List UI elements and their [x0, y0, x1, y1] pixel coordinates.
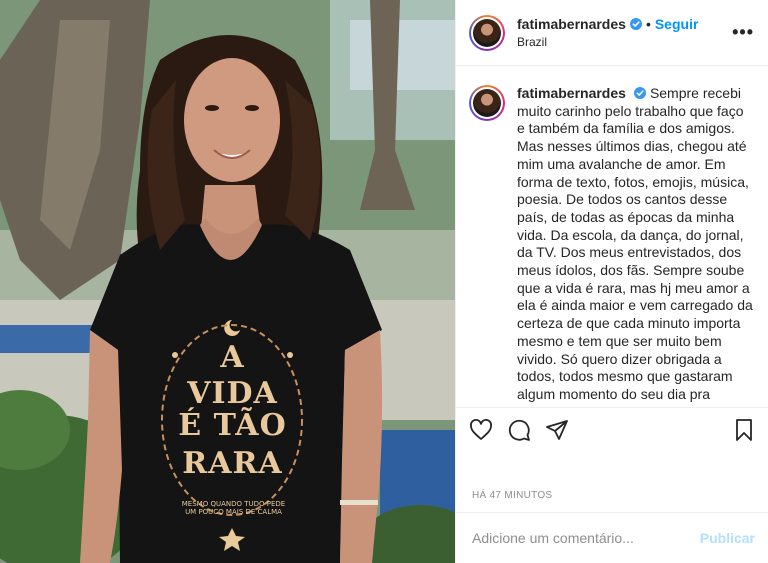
- post-timestamp[interactable]: HÁ 47 MINUTOS: [472, 490, 552, 501]
- post-side-panel: fatimabernardes • Seguir Brazil ••• fati…: [455, 0, 768, 563]
- shirt-print-line: A: [220, 340, 245, 375]
- separator-dot: •: [645, 16, 651, 32]
- caption-username-link[interactable]: fatimabernardes: [517, 85, 626, 101]
- avatar[interactable]: [469, 14, 505, 51]
- header-info: fatimabernardes • Seguir Brazil: [517, 16, 732, 49]
- username-link[interactable]: fatimabernardes: [517, 16, 626, 32]
- follow-button[interactable]: Seguir: [655, 16, 699, 32]
- shirt-print-subtext: MESMO QUANDO TUDO PEDE UM POUCO MAIS DE …: [181, 500, 286, 516]
- shirt-print-line: RARA: [182, 446, 283, 481]
- post-photo[interactable]: A VIDA É TÃO RARA MESMO QUANDO TUDO PEDE…: [0, 0, 455, 563]
- comment-icon[interactable]: [506, 417, 532, 443]
- verified-badge-icon: [629, 18, 642, 30]
- verified-badge-icon: [633, 87, 646, 99]
- caption-avatar[interactable]: [469, 85, 505, 121]
- shirt-print-line: É TÃO: [178, 408, 287, 443]
- post-caption: fatimabernardes Sempre recebi muito cari…: [517, 85, 755, 407]
- location-link[interactable]: Brazil: [517, 35, 732, 49]
- post-header: fatimabernardes • Seguir Brazil •••: [456, 0, 768, 66]
- caption-text: Sempre recebi muito carinho pelo trabalh…: [517, 85, 753, 407]
- shirt-print-line: VIDA: [187, 376, 278, 411]
- more-options-icon[interactable]: •••: [732, 22, 754, 43]
- comment-input[interactable]: [472, 530, 700, 546]
- comment-form: Publicar: [456, 512, 768, 563]
- send-icon[interactable]: [544, 417, 570, 443]
- heart-icon[interactable]: [468, 417, 494, 443]
- caption-row: fatimabernardes Sempre recebi muito cari…: [469, 85, 755, 407]
- bookmark-icon[interactable]: [731, 417, 757, 443]
- publish-button[interactable]: Publicar: [700, 530, 755, 546]
- instagram-post: A VIDA É TÃO RARA MESMO QUANDO TUDO PEDE…: [0, 0, 768, 563]
- action-bar: [456, 407, 768, 452]
- caption-area: fatimabernardes Sempre recebi muito cari…: [456, 67, 768, 407]
